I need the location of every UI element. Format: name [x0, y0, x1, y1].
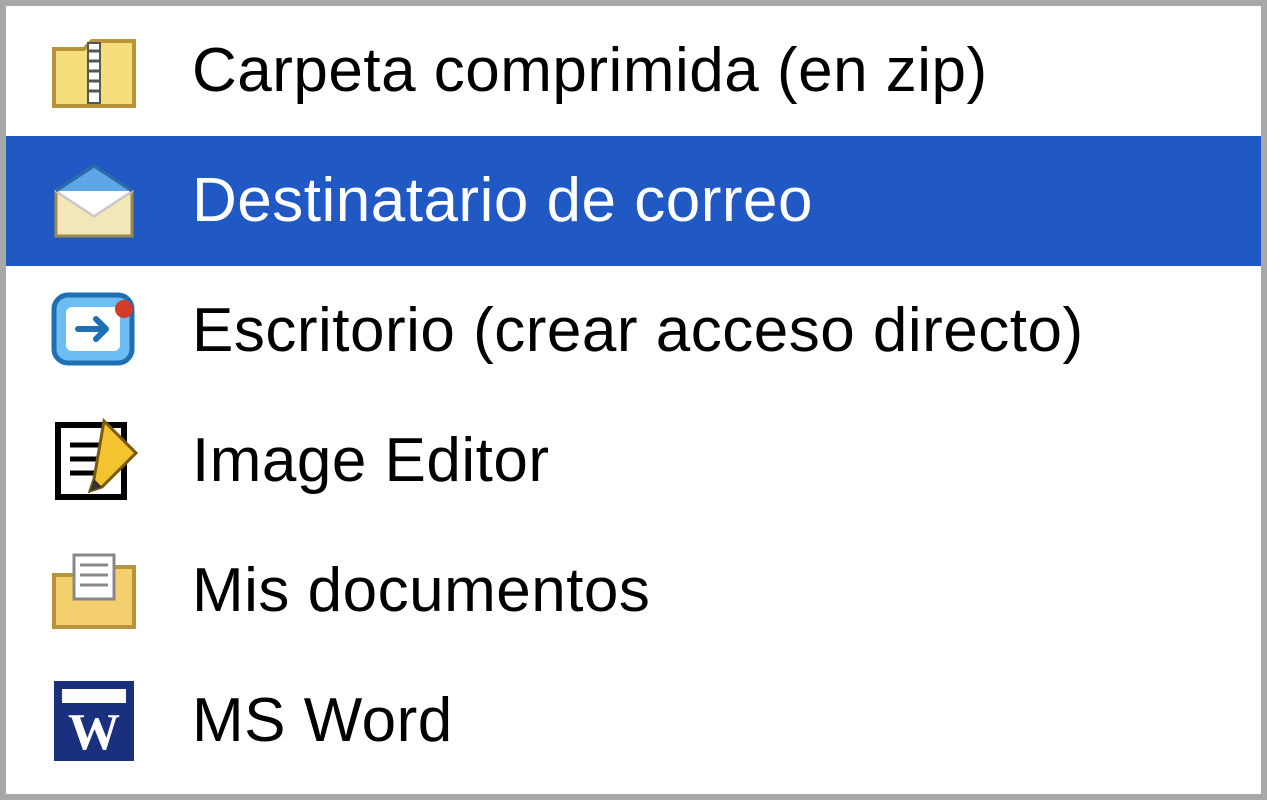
menu-item-label: Image Editor [192, 430, 550, 492]
menu-item-label: Carpeta comprimida (en zip) [192, 40, 988, 102]
ms-word-icon: W [44, 671, 144, 771]
mail-envelope-icon [44, 151, 144, 251]
menu-item-label: Escritorio (crear acceso directo) [192, 300, 1084, 362]
menu-item-image-editor[interactable]: Image Editor [6, 396, 1261, 526]
sendto-menu: Carpeta comprimida (en zip) Destinatario… [0, 0, 1267, 800]
menu-item-desktop[interactable]: Escritorio (crear acceso directo) [6, 266, 1261, 396]
menu-item-my-documents[interactable]: Mis documentos [6, 526, 1261, 656]
documents-folder-icon [44, 541, 144, 641]
menu-item-label: Mis documentos [192, 560, 650, 622]
menu-item-label: Destinatario de correo [192, 170, 813, 232]
menu-item-ms-word[interactable]: W MS Word [6, 656, 1261, 786]
desktop-shortcut-icon [44, 281, 144, 381]
svg-text:W: W [68, 704, 120, 761]
menu-item-label: MS Word [192, 690, 453, 752]
zip-folder-icon [44, 21, 144, 121]
edit-note-icon [44, 411, 144, 511]
menu-item-mail[interactable]: Destinatario de correo [6, 136, 1261, 266]
menu-item-zip[interactable]: Carpeta comprimida (en zip) [6, 6, 1261, 136]
